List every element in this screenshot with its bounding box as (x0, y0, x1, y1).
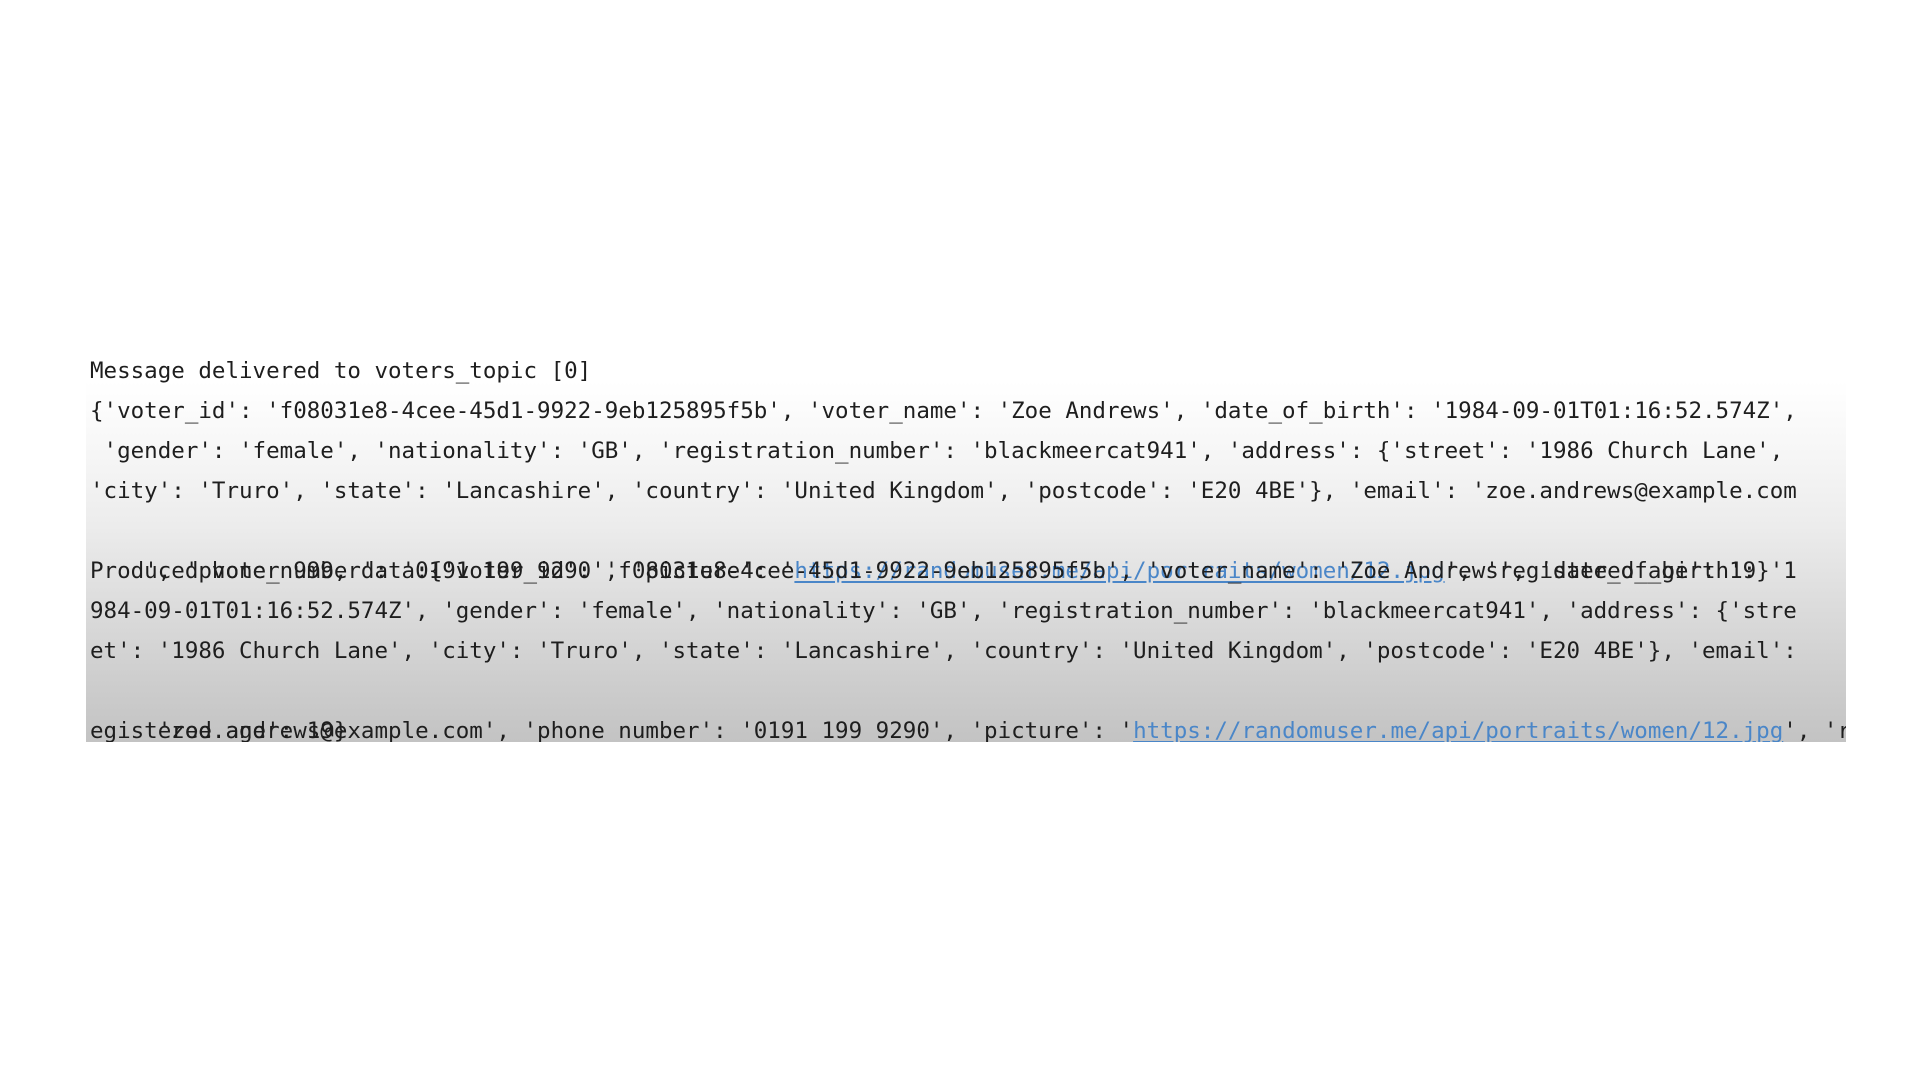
console-text: ', 'r (1783, 718, 1846, 742)
console-line-message-delivered: Message delivered to voters_topic [0] (90, 358, 592, 384)
console-line: egistered_age': 19} (90, 718, 348, 742)
console-line: 'zoe.andrews@example.com', 'phone_number… (90, 671, 1846, 742)
console-line: 'gender': 'female', 'nationality': 'GB',… (90, 438, 1784, 464)
console-line: 984-09-01T01:16:52.574Z', 'gender': 'fem… (90, 598, 1797, 624)
picture-url-link[interactable]: https://randomuser.me/api/portraits/wome… (1133, 718, 1783, 742)
console-line: et': '1986 Church Lane', 'city': 'Truro'… (90, 638, 1797, 664)
console-output: Message delivered to voters_topic [0] {'… (86, 350, 1846, 742)
console-line-produced-voter: Produced voter 999, data:{'voter_id': 'f… (90, 558, 1797, 584)
console-line: 'city': 'Truro', 'state': 'Lancashire', … (90, 478, 1797, 504)
console-line: {'voter_id': 'f08031e8-4cee-45d1-9922-9e… (90, 398, 1797, 424)
